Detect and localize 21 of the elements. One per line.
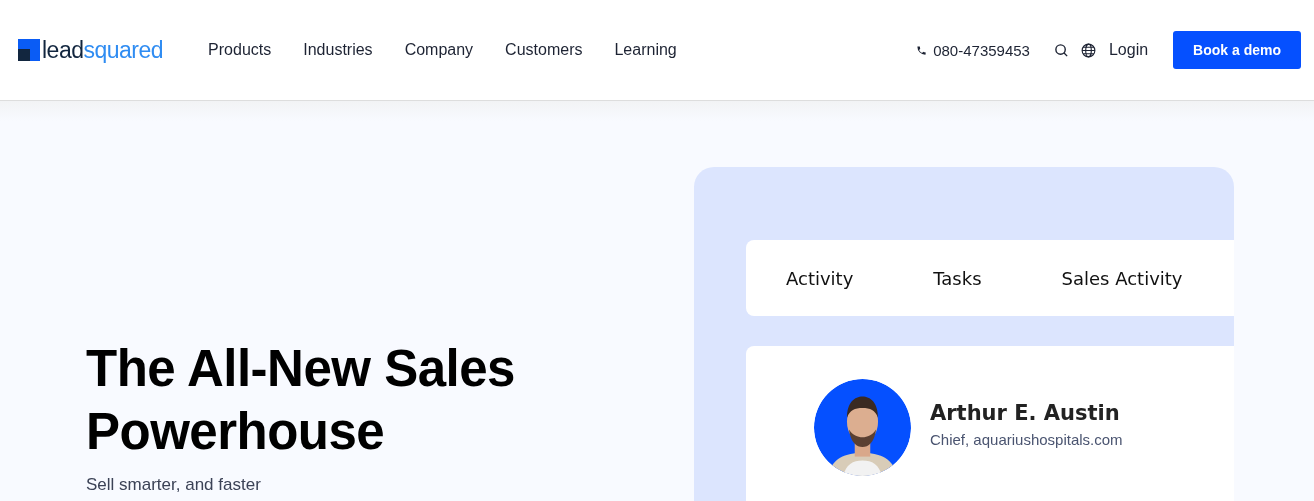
logo-text: leadsquared	[42, 36, 164, 64]
book-demo-button[interactable]: Book a demo	[1173, 31, 1301, 69]
nav-link[interactable]: Products	[208, 41, 272, 59]
contact-name: Arthur E. Austin	[930, 401, 1121, 425]
contact-role: Chief, aquariushospitals.com	[930, 431, 1123, 448]
nav-link[interactable]: Industries	[303, 41, 373, 59]
hero-subtitle: Sell smarter, and faster	[86, 475, 262, 495]
phone-icon	[916, 44, 928, 56]
globe-icon[interactable]	[1080, 42, 1096, 58]
login-link[interactable]: Login	[1108, 41, 1149, 59]
search-icon[interactable]	[1053, 42, 1069, 58]
tab[interactable]: Tasks	[933, 267, 982, 289]
tab[interactable]: Activity	[786, 267, 854, 289]
tab[interactable]: Sales Activity	[1061, 267, 1183, 289]
logo[interactable]: leadsquared	[18, 36, 164, 64]
hero-title: The All-New Sales Powerhouse	[86, 339, 516, 462]
nav-link[interactable]: Learning	[614, 41, 677, 59]
phone-number[interactable]: 080-47359453	[933, 41, 1030, 59]
logo-icon	[18, 39, 40, 61]
nav-link[interactable]: Customers	[505, 41, 583, 59]
nav-link[interactable]: Company	[404, 41, 474, 59]
